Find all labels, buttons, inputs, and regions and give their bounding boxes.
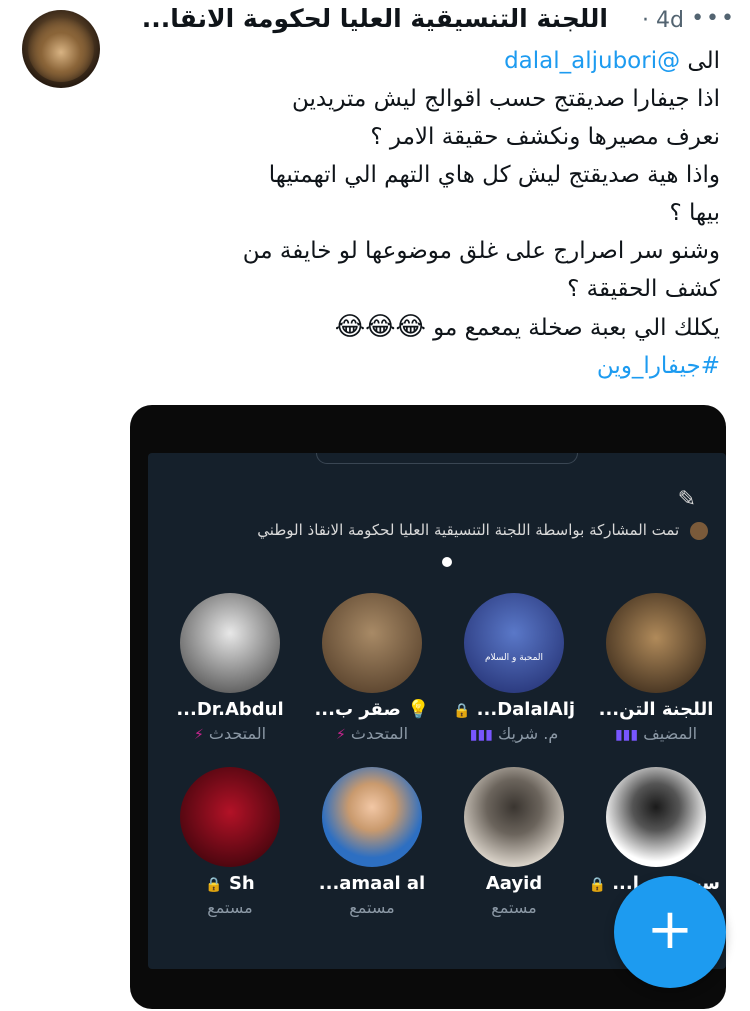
participant-name: Sh 🔒 <box>166 873 294 894</box>
participant-role: مستمع <box>491 898 537 917</box>
participant-name: Dr.Abdul... <box>176 699 284 720</box>
role-text: المضيف <box>643 724 698 743</box>
participant: 💡 صقر ب... المتحدث ⚡ <box>308 593 436 743</box>
compose-plus-icon[interactable]: + <box>614 876 726 988</box>
mention-link[interactable]: @dalal_aljubori <box>504 48 680 74</box>
participant-avatar <box>322 767 422 867</box>
participant-avatar <box>464 767 564 867</box>
tweet-body: الى @dalal_aljubori اذا جيفارا صديقتج حس… <box>150 42 720 385</box>
lock-icon: 🔒 <box>452 703 471 719</box>
participant: Dr.Abdul... المتحدث ⚡ <box>166 593 294 743</box>
participant-avatar <box>180 593 280 693</box>
participant-avatar: المحبة و السلام <box>464 593 564 693</box>
mic-off-icon: ⚡ <box>193 727 204 743</box>
participant-role: المتحدث ⚡ <box>308 724 436 743</box>
shared-by-row: تمت المشاركة بواسطة اللجنة التنسيقية الع… <box>257 521 708 540</box>
participant-avatar <box>322 593 422 693</box>
mic-off-icon: ⚡ <box>335 727 346 743</box>
participant-avatar <box>606 593 706 693</box>
laughing-emoji: 😂😂😂 <box>334 312 426 342</box>
participant: Aayid مستمع <box>450 767 578 917</box>
participant-name: amaal al... <box>318 873 426 894</box>
participant: المحبة و السلام DalalAlj... 🔒 م. شريك ▮▮… <box>450 593 578 743</box>
lion-image <box>28 16 94 82</box>
tweet-line: نعرف مصيرها ونكشف حقيقة الامر ؟ <box>370 124 720 150</box>
participant: amaal al... مستمع <box>308 767 436 917</box>
participant-role: مستمع <box>207 898 253 917</box>
participant-avatar <box>180 767 280 867</box>
role-text: م. شريك <box>497 724 559 743</box>
speaking-wave-icon: ▮▮▮ <box>469 727 495 743</box>
dove-badge-text: المحبة و السلام <box>484 653 544 663</box>
participant-role: المتحدث ⚡ <box>166 724 294 743</box>
lock-icon: 🔒 <box>588 877 606 893</box>
tweet-time[interactable]: 4d <box>656 8 684 33</box>
author-name[interactable]: اللجنة التنسيقية العليا لحكومة الانقا... <box>142 4 608 33</box>
participant-role: مستمع <box>349 898 395 917</box>
more-icon[interactable]: ••• <box>691 6 736 31</box>
tweet-header: اللجنة التنسيقية العليا لحكومة الانقا...… <box>128 4 736 38</box>
role-text: المتحدث <box>350 724 409 743</box>
separator: · <box>642 8 650 33</box>
hashtag-link[interactable]: #جيفارا_وين <box>150 347 720 385</box>
participant-name: DalalAlj... 🔒 <box>450 699 578 720</box>
author-avatar[interactable] <box>22 10 100 88</box>
tweet-line-emoji: يكلك الي بعبة صخلة يمعمع مو 😂😂😂 <box>150 308 720 347</box>
lock-icon: 🔒 <box>205 877 223 893</box>
name-text: Sh <box>228 873 255 894</box>
edit-icon: ✎ <box>677 487 696 512</box>
tweet-line: وشنو سر اصرارج على غلق موضوعها لو خايفة … <box>242 238 720 264</box>
participant-name: Aayid <box>485 873 543 894</box>
tweet-line-reply: الى @dalal_aljubori <box>150 42 720 80</box>
participant-name: 💡 صقر ب... <box>314 699 430 720</box>
tweet-line: بيها ؟ <box>669 200 720 226</box>
speaking-wave-icon: ▮▮▮ <box>614 727 640 743</box>
page-indicator-dot <box>442 557 452 567</box>
participant-avatar <box>606 767 706 867</box>
participant-name: اللجنة التن... <box>598 699 714 720</box>
role-text: المتحدث <box>208 724 267 743</box>
tweet-line: كشف الحقيقة ؟ <box>567 276 720 302</box>
tweet-meta: · 4d <box>642 8 684 33</box>
participant-role: م. شريك ▮▮▮ <box>450 724 578 743</box>
sheet-handle <box>316 453 578 464</box>
participant: Sh 🔒 مستمع <box>166 767 294 917</box>
reply-prefix: الى <box>687 48 720 74</box>
tweet-line: واذا هية صديقتج ليش كل هاي التهم الي اته… <box>268 162 720 188</box>
tweet-line-text: يكلك الي بعبة صخلة يمعمع مو <box>433 315 720 341</box>
participant-role: المضيف ▮▮▮ <box>592 724 720 743</box>
participant: اللجنة التن... المضيف ▮▮▮ <box>592 593 720 743</box>
name-text: DalalAlj... <box>476 699 576 720</box>
shared-by-avatar <box>690 521 708 540</box>
shared-by-text: تمت المشاركة بواسطة اللجنة التنسيقية الع… <box>257 521 680 539</box>
tweet-line: اذا جيفارا صديقتج حسب اقوالج ليش متريدين <box>291 86 720 112</box>
